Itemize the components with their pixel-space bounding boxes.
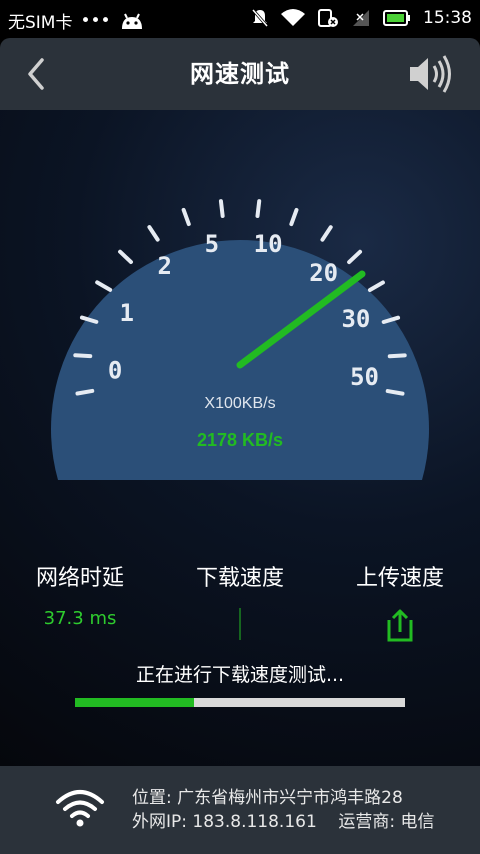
upload-value: [320, 608, 480, 642]
gauge-tick: [320, 225, 333, 242]
gauge-tick: [95, 280, 113, 292]
network-info: 位置: 广东省梅州市兴宁市鸿丰路28 外网IP: 183.8.118.161 运…: [132, 786, 435, 834]
signal-icon: [353, 10, 369, 26]
wifi-icon: [56, 790, 104, 827]
mute-icon: [251, 9, 269, 27]
upload-icon: [387, 609, 413, 642]
ip-carrier-text: 外网IP: 183.8.118.161 运营商: 电信: [132, 812, 435, 832]
test-status: 正在进行下载速度测试...: [135, 664, 345, 686]
status-bar: 无SIM卡 ••• 15:38: [0, 0, 480, 38]
gauge-tick: [181, 207, 191, 227]
status-right: 15:38: [251, 8, 472, 28]
gauge-tick: [118, 249, 133, 264]
location-text: 位置: 广东省梅州市兴宁市鸿丰路28: [132, 788, 403, 808]
latency-metric: 网络时延 37.3 ms: [0, 560, 160, 640]
status-left: 无SIM卡 •••: [8, 8, 145, 33]
gauge-tick-label: 5: [205, 230, 219, 258]
gauge-tick: [218, 199, 225, 219]
gauge-tick: [75, 388, 95, 396]
latency-label: 网络时延: [35, 566, 124, 591]
speed-gauge: 0 12 5 10 2030 50 X100KB/s 2178 KB/s: [50, 199, 429, 480]
gauge-tick-label: 2: [158, 252, 172, 280]
android-icon: [121, 13, 142, 29]
carrier-label: 无SIM卡: [8, 13, 73, 33]
battery-icon: [383, 10, 410, 26]
gauge-tick: [147, 225, 160, 242]
upload-metric: 上传速度: [320, 560, 480, 642]
gauge-tick: [385, 389, 405, 396]
clock: 15:38: [423, 8, 472, 28]
download-metric: 下载速度: [160, 560, 320, 640]
gauge-tick: [73, 353, 93, 359]
gauge-tick-label: 0: [108, 356, 122, 384]
loading-cursor: [239, 608, 241, 640]
speaker-icon[interactable]: [406, 54, 456, 94]
gauge-tick: [367, 280, 385, 293]
gauge-tick-label: 10: [254, 230, 283, 258]
gauge-unit: X100KB/s: [204, 395, 275, 412]
upload-label: 上传速度: [355, 566, 444, 591]
progress-bar: [75, 698, 405, 707]
progress-fill: [75, 698, 194, 707]
main-panel: 0 1 2 5 10 20 30 50 X100KB/s 2178 KB/s 网络时延 37.…: [0, 110, 480, 766]
download-value: [160, 608, 320, 640]
gauge-tick-label: 50: [350, 363, 379, 391]
gauge-tick: [255, 199, 262, 219]
notification-dots: •••: [80, 10, 111, 31]
gauge-tick-label: 1: [119, 299, 133, 327]
speed-readout: 2178 KB/s: [197, 430, 283, 450]
gauge-tick-label: 20: [309, 259, 338, 287]
app-header: 网速测试: [0, 38, 480, 110]
wifi-status-icon: [281, 9, 305, 26]
gauge-tick: [347, 249, 363, 265]
gauge-tick: [387, 353, 407, 359]
gauge-tick-label: 30: [341, 305, 370, 333]
sim-error-icon: [318, 9, 338, 27]
network-info-footer: 位置: 广东省梅州市兴宁市鸿丰路28 外网IP: 183.8.118.161 运…: [0, 766, 480, 854]
latency-value: 37.3 ms: [43, 608, 117, 629]
download-label: 下载速度: [195, 566, 284, 591]
gauge-tick: [289, 207, 299, 227]
